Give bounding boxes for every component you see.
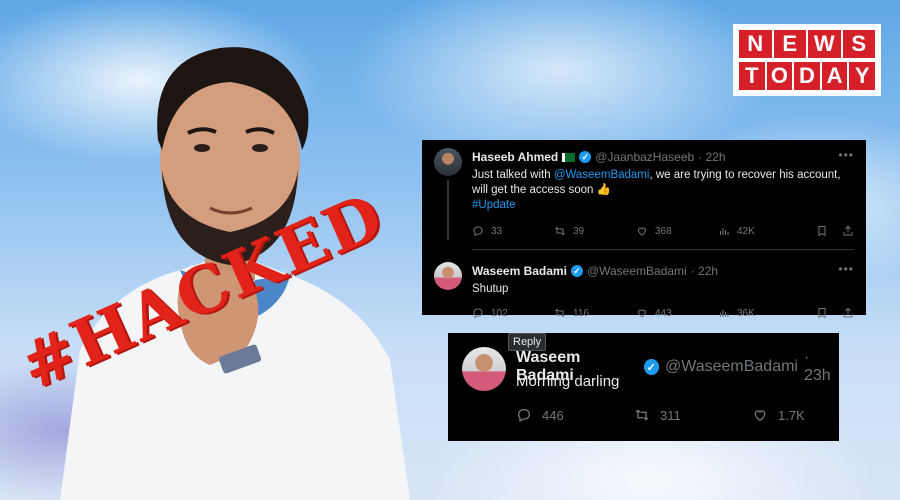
like-count: 443: [655, 307, 672, 319]
logo-letter: S: [842, 30, 875, 58]
logo-letter: T: [739, 62, 765, 90]
views-count: 36K: [737, 307, 755, 319]
bookmark-icon[interactable]: [816, 225, 828, 237]
logo-letter: O: [766, 62, 793, 90]
retweet-count: 116: [573, 307, 589, 319]
share-icon[interactable]: [842, 225, 854, 237]
like-count: 1.7K: [778, 407, 805, 423]
hashtag-link[interactable]: #Update: [472, 199, 515, 211]
like-button[interactable]: 443: [636, 307, 718, 319]
logo-letter: A: [821, 62, 848, 90]
reply-count: 102: [491, 307, 508, 319]
avatar[interactable]: [434, 262, 462, 290]
tweet-time[interactable]: · 23h: [804, 349, 839, 385]
tweet-waseem-shutup[interactable]: ••• Waseem Badami ✓ @WaseemBadami · 22h …: [422, 250, 866, 321]
bookmark-icon[interactable]: [816, 307, 828, 319]
reply-button[interactable]: 33: [472, 225, 554, 237]
retweet-icon: [635, 409, 649, 421]
views-button[interactable]: 42K: [718, 225, 800, 237]
more-options-icon[interactable]: •••: [838, 148, 854, 162]
author-handle[interactable]: @JaanbazHaseeb: [595, 150, 694, 164]
logo-row-today: T O D A Y: [739, 62, 875, 90]
tweet-text: Morning darling: [516, 373, 620, 390]
tweet-actions: 102 116 443 36K: [472, 305, 854, 321]
views-icon: [720, 228, 729, 235]
reply-tooltip: Reply: [508, 333, 547, 351]
logo-row-news: N E W S: [739, 30, 875, 58]
author-name[interactable]: Waseem Badami: [472, 264, 567, 278]
logo-letter: Y: [849, 62, 875, 90]
heart-icon: [637, 227, 647, 236]
retweet-button[interactable]: 116: [554, 307, 636, 319]
retweet-icon: [555, 308, 565, 318]
views-button[interactable]: 36K: [718, 307, 800, 319]
views-icon: [720, 310, 729, 317]
like-count: 368: [655, 225, 672, 237]
logo-letter: E: [773, 30, 806, 58]
tweet-actions: 33 39 368 42K: [472, 223, 854, 239]
tweet-time[interactable]: · 22h: [691, 264, 718, 278]
reply-count: 446: [542, 407, 564, 423]
tweet-text-pre: Just talked with: [472, 169, 554, 181]
tweet-time[interactable]: · 22h: [698, 150, 725, 164]
heart-icon: [637, 309, 647, 318]
pakistan-flag-icon: [562, 152, 576, 162]
news-today-logo: N E W S T O D A Y: [733, 24, 881, 96]
verified-badge-icon: ✓: [579, 151, 592, 163]
tweet-actions: 446 311 1.7K: [516, 407, 870, 423]
tweet-text: Just talked with @WaseemBadami, we are t…: [472, 168, 854, 213]
tweet-haseeb[interactable]: ••• Haseeb Ahmed ✓ @JaanbazHaseeb · 22h …: [422, 140, 866, 250]
mention-link[interactable]: @WaseemBadami: [554, 169, 650, 181]
author-handle[interactable]: @WaseemBadami: [665, 358, 798, 376]
retweet-count: 39: [573, 225, 585, 237]
reply-icon: [473, 226, 483, 237]
tweet-text: Shutup: [472, 283, 509, 295]
reply-button[interactable]: 446: [516, 407, 634, 423]
avatar[interactable]: [434, 148, 462, 176]
heart-icon: [754, 410, 766, 422]
like-button[interactable]: 368: [636, 225, 718, 237]
reply-icon: [517, 409, 530, 423]
retweet-count: 311: [660, 407, 681, 423]
logo-letter: D: [794, 62, 820, 90]
tweet-thread-card: ••• Haseeb Ahmed ✓ @JaanbazHaseeb · 22h …: [422, 140, 866, 319]
reply-count: 33: [491, 225, 503, 237]
reply-icon: [473, 308, 483, 319]
more-options-icon[interactable]: •••: [838, 262, 854, 276]
like-button[interactable]: 1.7K: [752, 407, 870, 423]
retweet-button[interactable]: 311: [634, 407, 752, 423]
author-handle[interactable]: @WaseemBadami: [587, 264, 687, 278]
verified-badge-icon: ✓: [643, 359, 659, 375]
retweet-button[interactable]: 39: [554, 225, 636, 237]
avatar[interactable]: [462, 347, 506, 391]
views-count: 42K: [737, 225, 755, 237]
logo-letter: W: [808, 30, 841, 58]
share-icon[interactable]: [842, 307, 854, 319]
logo-letter: N: [739, 30, 772, 58]
thread-line: [447, 180, 449, 240]
reply-tweet-card[interactable]: Waseem Badami ✓ @WaseemBadami · 23h Morn…: [448, 333, 839, 441]
author-name[interactable]: Haseeb Ahmed: [472, 150, 558, 164]
verified-badge-icon: ✓: [570, 265, 583, 277]
reply-button[interactable]: 102: [472, 307, 554, 319]
retweet-icon: [555, 226, 565, 236]
